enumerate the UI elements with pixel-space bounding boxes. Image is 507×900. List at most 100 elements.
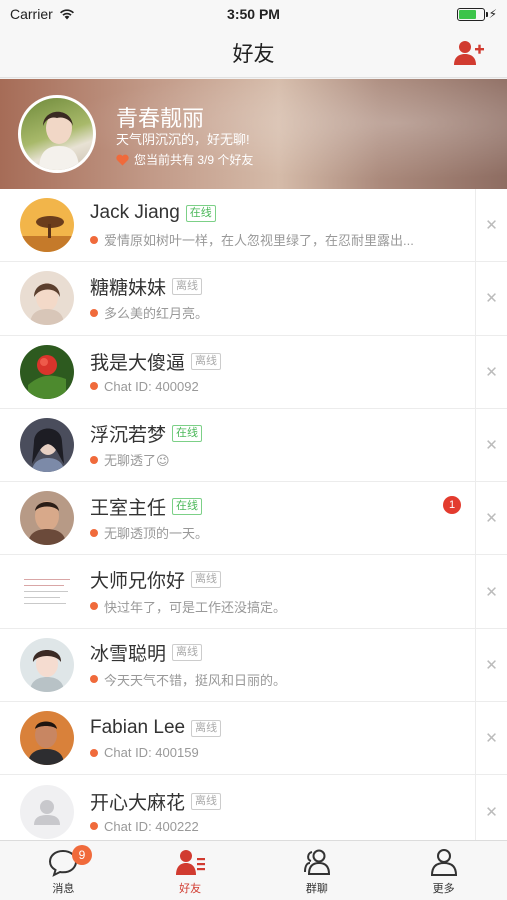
friend-row[interactable]: 开心大麻花 离线 Chat ID: 400222 ✕ (0, 775, 507, 840)
remove-friend-button[interactable]: ✕ (475, 189, 507, 262)
remove-friend-button[interactable]: ✕ (475, 262, 507, 335)
status-bar: Carrier 3:50 PM ⚡ (0, 0, 507, 28)
tab-friends[interactable]: 好友 (127, 841, 254, 900)
default-avatar-icon (20, 784, 74, 839)
status-dot (90, 528, 98, 537)
friend-signature: 今天天气不错，挺风和日丽的。 (104, 672, 287, 688)
status-dot (90, 235, 98, 244)
friend-avatar (20, 564, 74, 619)
friend-count: 您当前共有 3/9 个好友 (116, 151, 253, 168)
friend-signature: Chat ID: 400222 (104, 818, 199, 834)
friend-name: 大师兄你好 (90, 571, 186, 593)
friend-name: Fabian Lee (90, 717, 186, 739)
battery-icon (456, 7, 488, 21)
tab-bar: 9 消息 好友 群聊 更多 (0, 840, 507, 900)
friend-name: Jack Jiang (90, 202, 180, 224)
friend-avatar (20, 491, 74, 546)
friend-avatar (20, 198, 74, 253)
battery-level (458, 9, 476, 19)
tab-messages[interactable]: 9 消息 (0, 841, 127, 900)
friend-signature: Chat ID: 400092 (104, 378, 199, 394)
close-icon: ✕ (485, 290, 498, 308)
remove-friend-button[interactable]: ✕ (475, 702, 507, 775)
friend-row[interactable]: 冰雪聪明 离线 今天天气不错，挺风和日丽的。 ✕ (0, 628, 507, 703)
charging-icon: ⚡ (488, 7, 497, 21)
friend-avatar (20, 344, 74, 399)
add-friend-icon[interactable] (453, 38, 485, 68)
friend-signature: 爱情原如树叶一样，在人忽视里绿了，在忍耐里露出... (104, 233, 414, 249)
close-icon: ✕ (485, 217, 498, 235)
status-badge: 在线 (185, 204, 216, 222)
remove-friend-button[interactable]: ✕ (475, 482, 507, 555)
friend-signature: 多么美的红月亮。 (104, 306, 209, 322)
status-badge: 离线 (172, 277, 203, 295)
friend-name: 王室主任 (90, 497, 167, 519)
profile-header[interactable]: 青春靓丽 天气阴沉沉的，好无聊! 您当前共有 3/9 个好友 (0, 79, 507, 189)
friend-signature: Chat ID: 400159 (104, 745, 199, 761)
friend-row[interactable]: 浮沉若梦 在线 无聊透了😉 ✕ (0, 408, 507, 483)
status-badge: 离线 (191, 719, 222, 737)
status-dot (90, 602, 98, 611)
status-badge: 离线 (191, 571, 222, 589)
friend-avatar (20, 271, 74, 326)
remove-friend-button[interactable]: ✕ (475, 408, 507, 482)
remove-friend-button[interactable]: ✕ (475, 628, 507, 702)
tab-badge: 9 (72, 845, 92, 865)
remove-friend-button[interactable]: ✕ (475, 335, 507, 408)
remove-friend-button[interactable]: ✕ (475, 555, 507, 628)
friend-name: 浮沉若梦 (90, 424, 167, 446)
tab-label: 群聊 (305, 883, 328, 895)
friend-row[interactable]: 我是大傻逼 离线 Chat ID: 400092 ✕ (0, 335, 507, 409)
nav-bar: 好友 (0, 28, 507, 78)
status-dot (90, 308, 98, 317)
status-dot (90, 675, 98, 684)
friend-count-label: 您当前共有 3/9 个好友 (134, 153, 254, 167)
tab-label: 更多 (432, 883, 455, 895)
friend-signature: 无聊透了😉 (104, 453, 170, 469)
wifi-icon (59, 9, 74, 20)
tab-groups[interactable]: 群聊 (254, 841, 381, 900)
status-dot (90, 822, 98, 831)
close-icon: ✕ (485, 510, 498, 528)
status-badge: 离线 (191, 793, 222, 811)
tab-label: 好友 (179, 883, 202, 895)
status-badge: 离线 (172, 644, 203, 662)
status-dot (90, 748, 98, 757)
friend-avatar (20, 711, 74, 766)
friend-row[interactable]: Jack Jiang 在线 爱情原如树叶一样，在人忽视里绿了，在忍耐里露出...… (0, 189, 507, 263)
close-icon: ✕ (485, 803, 498, 821)
close-icon: ✕ (485, 437, 498, 455)
close-icon: ✕ (485, 656, 498, 674)
profile-avatar[interactable] (18, 95, 96, 173)
friend-signature: 无聊透顶的一天。 (104, 526, 209, 542)
tab-more[interactable]: 更多 (380, 841, 507, 900)
friend-name: 冰雪聪明 (90, 644, 167, 666)
friend-row[interactable]: 糖糖妹妹 离线 多么美的红月亮。 ✕ (0, 262, 507, 336)
close-icon: ✕ (485, 363, 498, 381)
friend-name: 糖糖妹妹 (90, 277, 167, 299)
friend-signature: 快过年了，可是工作还没搞定。 (104, 599, 287, 615)
friend-avatar (20, 637, 74, 692)
friend-avatar (20, 418, 74, 473)
tab-label: 消息 (52, 883, 75, 895)
carrier-label: Carrier (10, 6, 53, 22)
profile-signature: 天气阴沉沉的，好无聊! (116, 132, 250, 147)
group-icon (303, 849, 330, 875)
remove-friend-button[interactable]: ✕ (475, 775, 507, 840)
close-icon: ✕ (485, 730, 498, 748)
page-title: 好友 (232, 42, 275, 66)
status-badge: 离线 (191, 353, 222, 371)
status-badge: 在线 (172, 424, 203, 442)
friend-row[interactable]: 王室主任 在线 无聊透顶的一天。 1 ✕ (0, 482, 507, 556)
close-icon: ✕ (485, 583, 498, 601)
heart-icon (116, 154, 129, 165)
friend-name: 开心大麻花 (90, 793, 186, 815)
friend-list[interactable]: Jack Jiang 在线 爱情原如树叶一样，在人忽视里绿了，在忍耐里露出...… (0, 189, 507, 840)
status-dot (90, 455, 98, 464)
friend-row[interactable]: Fabian Lee 离线 Chat ID: 400159 ✕ (0, 702, 507, 776)
contacts-icon (176, 850, 206, 875)
friend-row[interactable]: 大师兄你好 离线 快过年了，可是工作还没搞定。 ✕ (0, 555, 507, 629)
friend-name: 我是大傻逼 (90, 353, 186, 375)
status-badge: 在线 (172, 497, 203, 515)
person-more-icon (430, 849, 457, 876)
